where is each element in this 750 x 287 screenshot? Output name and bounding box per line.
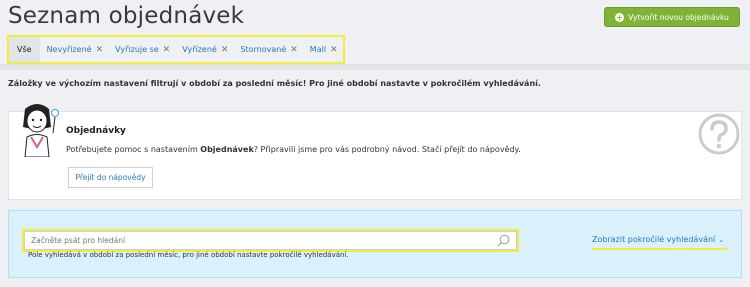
filter-notice: Záložky ve výchozím nastavení filtrují v… bbox=[8, 79, 541, 88]
orders-page: Seznam objednávek + Vytvořit novou objed… bbox=[0, 0, 750, 287]
tab-label: Vyřízené bbox=[182, 45, 217, 54]
search-panel: Pole vyhledává v období za poslední měsí… bbox=[8, 210, 742, 278]
page-title: Seznam objednávek bbox=[8, 3, 245, 29]
help-title: Objednávky bbox=[66, 126, 126, 136]
tab-pending[interactable]: Nevyřízené ✕ bbox=[42, 37, 109, 62]
close-icon[interactable]: ✕ bbox=[290, 45, 298, 55]
close-icon[interactable]: ✕ bbox=[330, 45, 338, 55]
close-icon[interactable]: ✕ bbox=[221, 45, 229, 55]
tab-completed[interactable]: Vyřízené ✕ bbox=[177, 37, 233, 62]
tab-all[interactable]: Vše bbox=[9, 37, 40, 62]
question-circle-icon bbox=[698, 113, 740, 155]
tab-label: Stornované bbox=[240, 45, 287, 54]
close-icon[interactable]: ✕ bbox=[163, 45, 171, 55]
search-input[interactable] bbox=[24, 231, 517, 250]
advanced-search-link[interactable]: Zobrazit pokročilé vyhledávání ⌄ bbox=[592, 235, 724, 244]
tab-label: Vyřizuje se bbox=[115, 45, 159, 54]
search-wrapper bbox=[22, 229, 519, 252]
go-to-help-button[interactable]: Přejít do nápovědy bbox=[68, 167, 153, 188]
tab-label: Vše bbox=[17, 45, 32, 54]
chevron-down-icon: ⌄ bbox=[718, 236, 725, 244]
tabs-divider bbox=[0, 64, 750, 70]
plus-circle-icon: + bbox=[615, 12, 625, 22]
advanced-search-highlight bbox=[592, 248, 728, 250]
help-panel: Objednávky Potřebujete pomoc s nastavení… bbox=[8, 104, 742, 200]
create-order-button[interactable]: + Vytvořit novou objednávku bbox=[604, 7, 740, 27]
close-icon[interactable]: ✕ bbox=[96, 45, 104, 55]
tab-in-progress[interactable]: Vyřizuje se ✕ bbox=[110, 37, 175, 62]
tab-label: Nevyřízené bbox=[46, 45, 92, 54]
tab-mall[interactable]: Mall ✕ bbox=[305, 37, 343, 62]
order-tabs: Vše Nevyřízené ✕ Vyřizuje se ✕ Vyřízené … bbox=[7, 35, 345, 64]
search-hint: Pole vyhledává v období za poslední měsí… bbox=[28, 251, 349, 259]
help-text: Potřebujete pomoc s nastavením Objednáve… bbox=[66, 145, 521, 154]
assistant-avatar bbox=[23, 104, 59, 157]
tab-cancelled[interactable]: Stornované ✕ bbox=[235, 37, 302, 62]
search-icon[interactable] bbox=[497, 234, 510, 247]
tab-label: Mall bbox=[309, 45, 327, 54]
create-order-label: Vytvořit novou objednávku bbox=[628, 12, 729, 22]
